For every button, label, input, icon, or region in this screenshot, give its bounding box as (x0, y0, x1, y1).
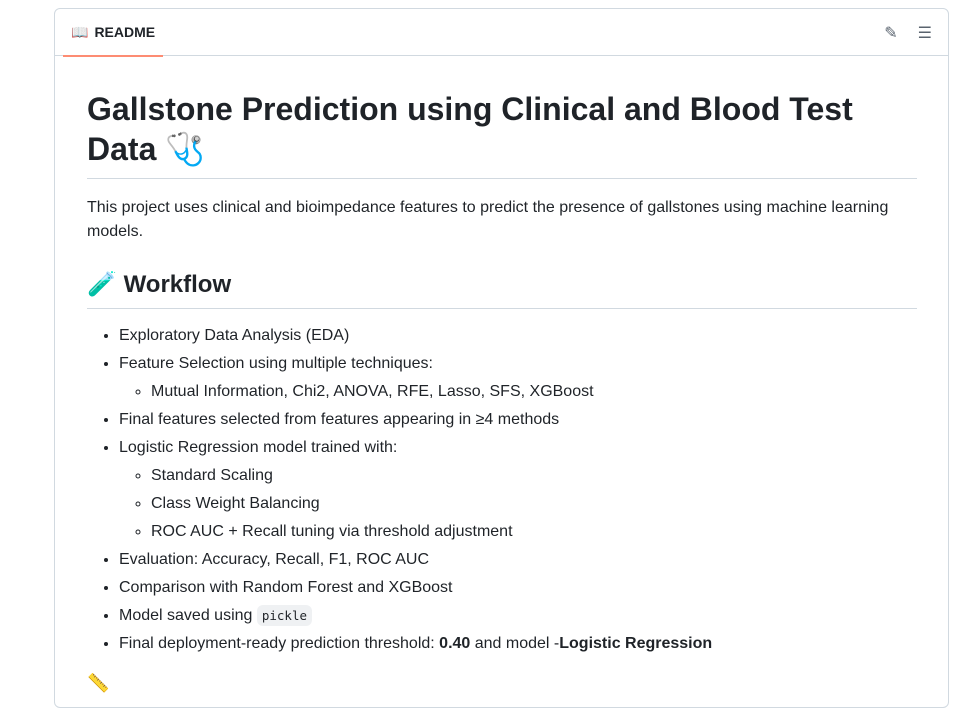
pencil-icon[interactable]: ✎ (884, 23, 897, 43)
list-item: Exploratory Data Analysis (EDA) (119, 324, 917, 348)
tab-readme[interactable]: 📖 README (63, 9, 164, 57)
list-item-text: Logistic Regression model trained with: (119, 439, 398, 456)
readme-panel: 📖 README ✎ ☰ Gallstone Prediction using … (54, 8, 949, 708)
intro-paragraph: This project uses clinical and bioimpeda… (87, 199, 889, 240)
list-item-text: Exploratory Data Analysis (EDA) (119, 327, 350, 344)
sub-list: Standard Scaling Class Weight Balancing RO… (119, 464, 917, 544)
readme-header: 📖 README ✎ ☰ (55, 9, 948, 57)
test-tube-icon: 🧪 (87, 271, 117, 298)
workflow-heading: 🧪 Workflow (87, 270, 917, 309)
list-item-text: Evaluation: Accuracy, Recall, F1, ROC AU… (119, 551, 430, 568)
sub-list-item: Mutual Information, Chi2, ANOVA, RFE, La… (151, 380, 917, 404)
book-icon: 📖 (71, 23, 89, 40)
list-item-text: Comparison with Random Forest and XGBoos… (119, 579, 453, 596)
stethoscope-icon: 🩺 (165, 131, 206, 167)
list-item-text: Feature Selection using multiple techniq… (119, 355, 433, 372)
list-item: Final features selected from features ap… (119, 408, 917, 432)
list-item: Evaluation: Accuracy, Recall, F1, ROC AU… (119, 548, 917, 572)
sub-list: Mutual Information, Chi2, ANOVA, RFE, La… (119, 380, 917, 404)
workflow-list: Exploratory Data Analysis (EDA) Feature S… (87, 324, 917, 656)
inline-code: pickle (256, 605, 313, 626)
page-title: Gallstone Prediction using Clinical and … (87, 89, 917, 179)
readme-content: Gallstone Prediction using Clinical and … (87, 89, 917, 656)
threshold-value: 0.40 (439, 635, 471, 652)
list-item: Feature Selection using multiple techniq… (119, 352, 917, 404)
list-item: Logistic Regression model trained with: S… (119, 436, 917, 544)
ruler-icon: 📏 (87, 673, 110, 693)
list-item-text: Final features selected from features ap… (119, 411, 560, 428)
tab-label: README (94, 24, 156, 40)
list-item: Model saved using pickle (119, 604, 917, 628)
list-item-text: Final deployment-ready prediction thresh… (119, 635, 440, 652)
list-item: Final deployment-ready prediction thresh… (119, 632, 917, 656)
sub-list-item: Class Weight Balancing (151, 492, 917, 516)
sub-list-item: ROC AUC + Recall tuning via threshold ad… (151, 520, 917, 544)
sub-list-item: Standard Scaling (151, 464, 917, 488)
model-name: Logistic Regression (559, 635, 713, 652)
list-item-text: Model saved using (119, 607, 257, 624)
list-icon[interactable]: ☰ (918, 23, 932, 43)
list-item-text: and model - (470, 635, 560, 652)
list-item: Comparison with Random Forest and XGBoos… (119, 576, 917, 600)
